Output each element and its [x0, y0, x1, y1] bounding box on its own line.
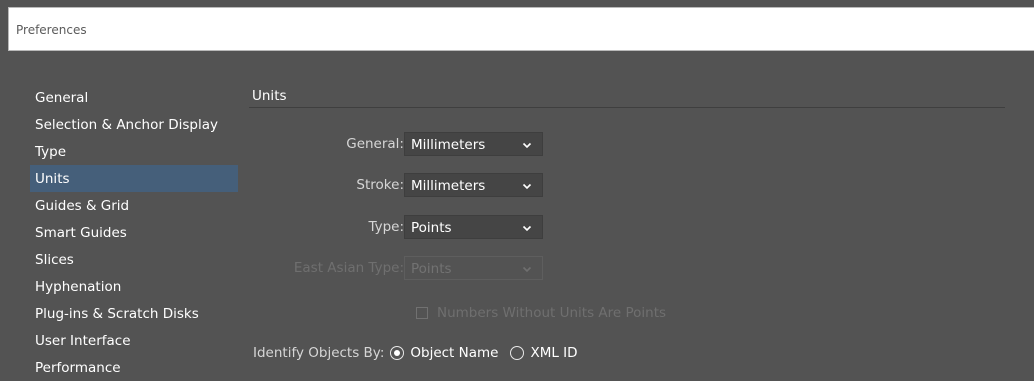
title-bar: Preferences	[8, 7, 1034, 51]
section-title: Units	[252, 88, 287, 104]
section-header: Units	[249, 85, 1005, 108]
east-asian-type-dropdown: Points	[404, 256, 543, 280]
stroke-units-label: Stroke:	[356, 177, 404, 193]
general-units-value: Millimeters	[411, 137, 486, 153]
stroke-units-value: Millimeters	[411, 178, 486, 194]
nav-item-performance[interactable]: Performance	[30, 354, 238, 381]
numbers-without-units-label: Numbers Without Units Are Points	[437, 305, 667, 321]
east-asian-type-value: Points	[411, 261, 452, 277]
chevron-down-icon	[522, 142, 532, 149]
east-asian-type-row: East Asian Type: Points	[8, 256, 1008, 280]
chevron-down-icon	[522, 225, 532, 232]
general-units-row: General: Millimeters	[8, 132, 1008, 156]
chevron-down-icon	[522, 266, 532, 273]
numbers-without-units-row: Numbers Without Units Are Points	[416, 304, 666, 322]
identify-objects-row: Identify Objects By: Object Name XML ID	[253, 342, 590, 364]
chevron-down-icon	[522, 183, 532, 190]
nav-item-general[interactable]: General	[30, 84, 238, 111]
radio-xml-id[interactable]: XML ID	[510, 345, 578, 361]
stroke-units-dropdown[interactable]: Millimeters	[404, 173, 543, 197]
identify-objects-label: Identify Objects By:	[253, 345, 385, 361]
nav-item-user-interface[interactable]: User Interface	[30, 327, 238, 354]
radio-icon	[390, 346, 405, 360]
preferences-body: General Selection & Anchor Display Type …	[8, 51, 1034, 376]
type-units-dropdown[interactable]: Points	[404, 215, 543, 239]
east-asian-type-label: East Asian Type:	[293, 260, 404, 276]
type-units-label: Type:	[368, 219, 404, 235]
radio-object-name[interactable]: Object Name	[390, 345, 498, 361]
type-units-value: Points	[411, 220, 452, 236]
type-units-row: Type: Points	[8, 215, 1008, 239]
nav-item-plugins-scratch-disks[interactable]: Plug-ins & Scratch Disks	[30, 300, 238, 327]
window-title: Preferences	[16, 23, 87, 37]
stroke-units-row: Stroke: Millimeters	[8, 173, 1008, 197]
radio-xml-id-label: XML ID	[530, 345, 578, 361]
radio-icon	[510, 346, 525, 360]
general-units-dropdown[interactable]: Millimeters	[404, 132, 543, 156]
general-units-label: General:	[346, 136, 404, 152]
checkbox-icon	[416, 307, 428, 319]
radio-object-name-label: Object Name	[410, 345, 499, 361]
